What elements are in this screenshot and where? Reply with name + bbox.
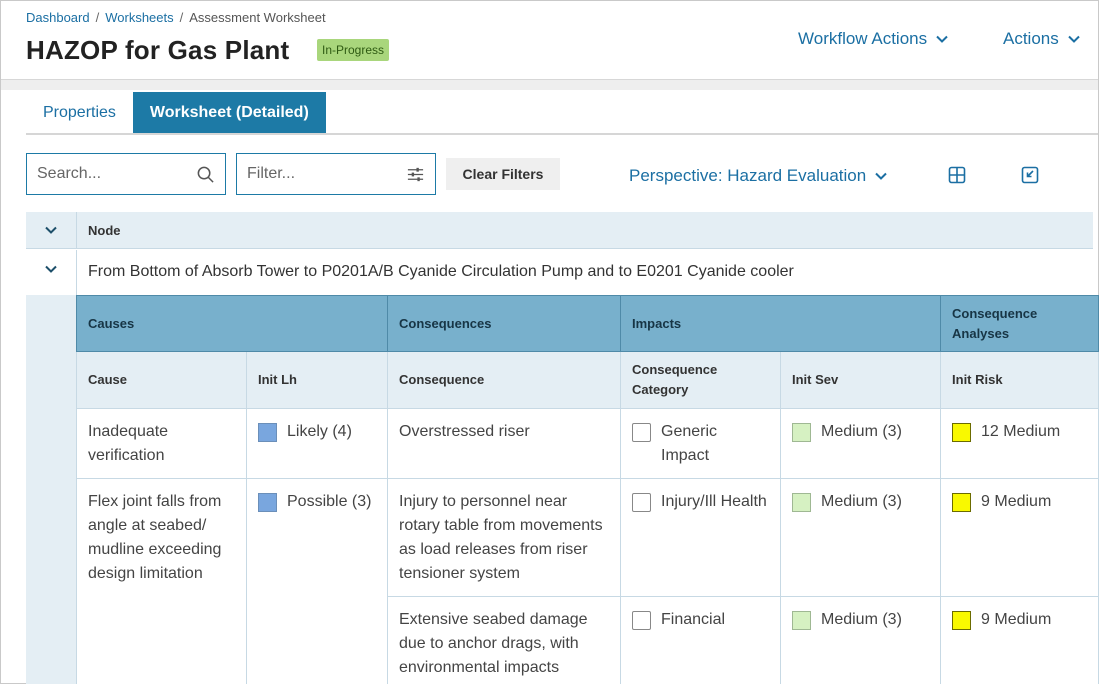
chevron-down-icon	[1068, 35, 1080, 43]
risk-swatch	[952, 611, 972, 630]
category-cell[interactable]: Injury/Ill Health	[620, 478, 781, 597]
gutter-divider	[76, 212, 77, 249]
filter-box	[236, 153, 436, 195]
init-lh-value: Likely (4)	[287, 423, 352, 440]
init-lh-cell[interactable]: Likely (4)	[246, 408, 388, 479]
col-init-lh[interactable]: Init Lh	[246, 351, 388, 409]
category-cell[interactable]: Generic Impact	[620, 408, 781, 479]
tab-bar: Properties Worksheet (Detailed)	[26, 92, 326, 133]
page-title: HAZOP for Gas Plant	[26, 35, 290, 65]
category-cell[interactable]: Financial	[620, 596, 781, 684]
left-gutter	[26, 295, 76, 684]
init-lh-value: Possible (3)	[287, 493, 372, 510]
actions-menu[interactable]: Actions	[1003, 29, 1081, 49]
consequence-cell[interactable]: Overstressed riser	[387, 408, 621, 479]
init-sev-value: Medium (3)	[821, 611, 902, 628]
actions-label: Actions	[1003, 29, 1059, 48]
chevron-down-icon[interactable]	[44, 262, 58, 276]
col-consequence-category[interactable]: Consequence Category	[620, 351, 781, 409]
tab-properties[interactable]: Properties	[26, 92, 133, 133]
init-lh-cell[interactable]: Possible (3)	[246, 478, 388, 684]
table-row[interactable]: Flex joint falls from angle at seabed/ m…	[76, 478, 1099, 684]
tabs-underline	[26, 133, 1098, 135]
worksheet-table: Causes Consequences Impacts Consequence …	[76, 295, 1099, 684]
tab-worksheet-detailed[interactable]: Worksheet (Detailed)	[132, 92, 326, 133]
page-header: Dashboard / Worksheets / Assessment Workshee…	[1, 1, 1098, 80]
status-badge: In-Progress	[317, 39, 390, 61]
init-risk-value: 12 Medium	[981, 423, 1061, 440]
cause-cell[interactable]: Flex joint falls from angle at seabed/ m…	[76, 478, 247, 684]
consequence-cell[interactable]: Injury to personnel near rotary table fr…	[387, 478, 621, 597]
init-sev-cell[interactable]: Medium (3)	[779, 596, 942, 684]
workflow-actions-menu[interactable]: Workflow Actions	[798, 29, 949, 49]
init-risk-value: 9 Medium	[981, 611, 1052, 628]
risk-swatch	[952, 493, 972, 512]
clear-filters-button[interactable]: Clear Filters	[446, 158, 560, 190]
category-value: Injury/Ill Health	[661, 493, 767, 510]
chevron-down-icon[interactable]	[44, 223, 58, 237]
likelihood-swatch	[258, 423, 277, 442]
breadcrumb: Dashboard / Worksheets / Assessment Workshee…	[26, 10, 326, 25]
column-header-row: Cause Init Lh Consequence Consequence Ca…	[76, 351, 1099, 409]
search-icon[interactable]	[196, 165, 215, 184]
severity-swatch	[792, 493, 811, 512]
group-impacts: Impacts	[619, 295, 942, 352]
breadcrumb-current: Assessment Worksheet	[189, 10, 326, 25]
group-consequences: Consequences	[387, 295, 621, 352]
col-init-risk[interactable]: Init Risk	[940, 351, 1099, 409]
severity-swatch	[792, 611, 811, 630]
chevron-down-icon	[875, 172, 887, 180]
cause-cell[interactable]: Inadequate verification	[76, 408, 247, 479]
group-header-row: Causes Consequences Impacts Consequence …	[76, 295, 1099, 352]
perspective-selector[interactable]: Perspective: Hazard Evaluation	[629, 166, 888, 186]
group-consequence-analyses: Consequence Analyses	[940, 295, 1099, 352]
gutter-divider	[76, 250, 77, 295]
filter-input[interactable]	[247, 164, 397, 184]
init-sev-cell[interactable]: Medium (3)	[779, 478, 942, 597]
group-causes: Causes	[76, 295, 388, 352]
filter-sliders-icon[interactable]	[406, 165, 425, 184]
init-risk-cell[interactable]: 12 Medium	[940, 408, 1099, 479]
chevron-down-icon	[936, 35, 948, 43]
consequence-cell[interactable]: Extensive seabed damage due to anchor dr…	[387, 596, 621, 684]
category-checkbox[interactable]	[632, 493, 651, 512]
col-consequence[interactable]: Consequence	[387, 351, 621, 409]
init-sev-value: Medium (3)	[821, 423, 902, 440]
category-checkbox[interactable]	[632, 423, 651, 442]
node-header-row: Node	[26, 212, 1093, 249]
breadcrumb-separator: /	[179, 10, 184, 25]
node-description: From Bottom of Absorb Tower to P0201A/B …	[88, 263, 794, 280]
init-risk-cell[interactable]: 9 Medium	[940, 478, 1099, 597]
init-risk-value: 9 Medium	[981, 493, 1052, 510]
breadcrumb-worksheets[interactable]: Worksheets	[105, 10, 173, 25]
col-init-sev[interactable]: Init Sev	[779, 351, 942, 409]
perspective-label: Perspective: Hazard Evaluation	[629, 166, 867, 185]
grid-icon[interactable]	[948, 166, 966, 184]
breadcrumb-dashboard[interactable]: Dashboard	[26, 10, 90, 25]
workflow-actions-label: Workflow Actions	[798, 29, 928, 48]
init-sev-value: Medium (3)	[821, 493, 902, 510]
search-box	[26, 153, 226, 195]
category-checkbox[interactable]	[632, 611, 651, 630]
risk-swatch	[952, 423, 972, 442]
breadcrumb-separator: /	[95, 10, 100, 25]
init-sev-cell[interactable]: Medium (3)	[779, 408, 942, 479]
likelihood-swatch	[258, 493, 277, 512]
init-risk-cell[interactable]: 9 Medium	[940, 596, 1099, 684]
collapse-icon[interactable]	[1021, 166, 1039, 184]
category-value: Financial	[661, 611, 726, 628]
search-input[interactable]	[37, 164, 187, 184]
severity-swatch	[792, 423, 811, 442]
node-column-header: Node	[88, 223, 121, 238]
category-value: Generic Impact	[661, 423, 718, 464]
col-cause[interactable]: Cause	[76, 351, 247, 409]
header-divider-band	[1, 80, 1098, 90]
table-row[interactable]: Inadequate verification Likely (4) Overs…	[76, 408, 1099, 479]
node-row[interactable]: From Bottom of Absorb Tower to P0201A/B …	[26, 250, 1093, 295]
